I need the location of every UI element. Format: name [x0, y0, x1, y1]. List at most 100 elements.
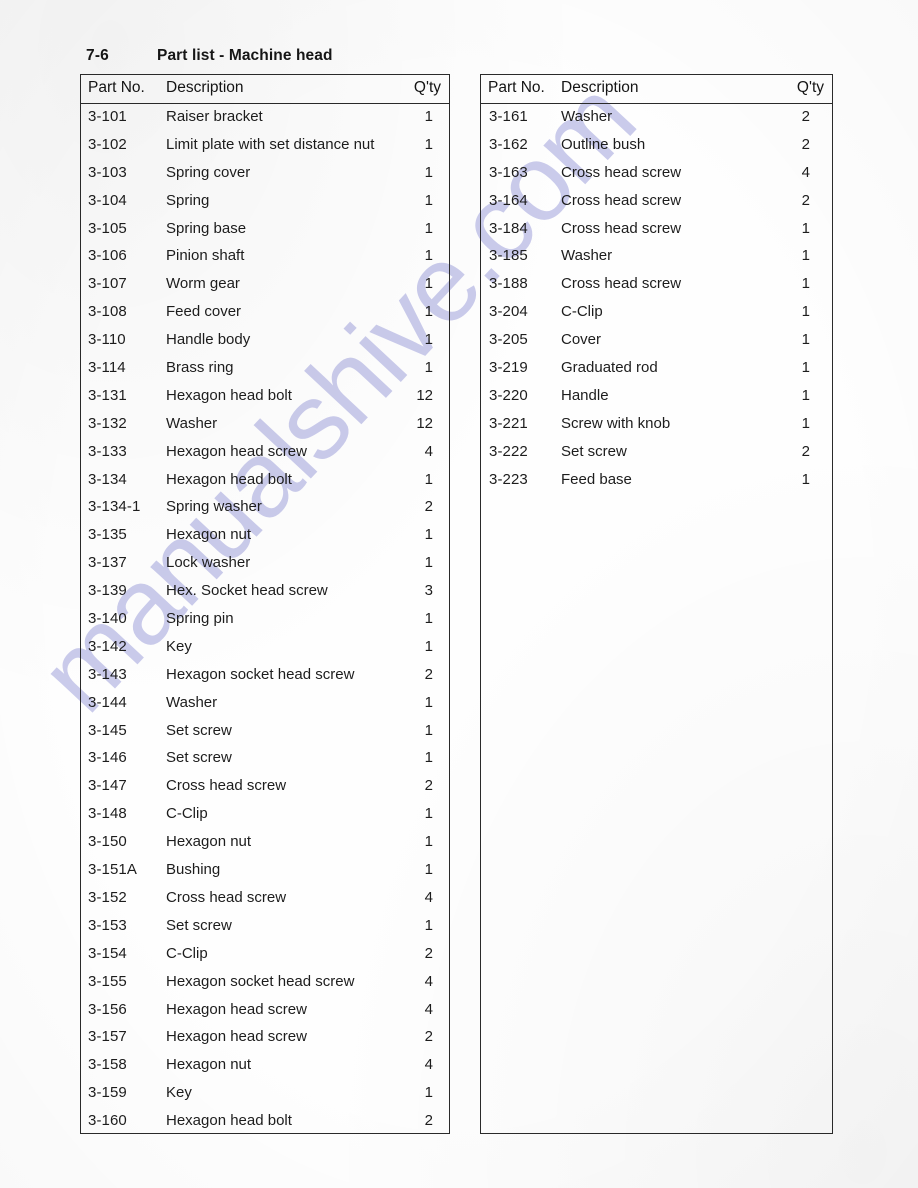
cell-part-no: 3-220: [489, 386, 528, 404]
table-row: 3-163 Cross head screw 4: [481, 160, 832, 188]
cell-part-no: 3-133: [88, 442, 127, 460]
cell-part-no: 3-163: [489, 163, 528, 181]
table-row: 3-152 Cross head screw 4: [81, 885, 449, 913]
table-row: 3-155 Hexagon socket head screw 4: [81, 969, 449, 997]
column-header-description: Description: [561, 79, 639, 96]
cell-description: Hexagon head bolt: [166, 1112, 292, 1130]
cell-part-no: 3-147: [88, 777, 127, 795]
table-row: 3-205 Cover 1: [481, 327, 832, 355]
cell-qty: 4: [424, 1056, 433, 1074]
cell-description: Handle body: [166, 331, 251, 349]
cell-qty: 1: [424, 163, 433, 181]
cell-description: Cross head screw: [166, 888, 287, 906]
table-body: 3-161 Washer 2 3-162 Outline bush 2 3-163 Cross…: [481, 104, 832, 494]
cell-part-no: 3-105: [88, 219, 127, 237]
table-row: 3-222 Set screw 2: [481, 439, 832, 467]
table-row: 3-104 Spring 1: [81, 188, 449, 216]
table-row: 3-102 Limit plate with set distance nut 1: [81, 132, 449, 160]
cell-part-no: 3-150: [88, 833, 127, 851]
table-row: 3-103 Spring cover 1: [81, 160, 449, 188]
cell-part-no: 3-102: [88, 135, 127, 153]
cell-qty: 1: [424, 470, 433, 488]
table-row: 3-164 Cross head screw 2: [481, 188, 832, 216]
cell-description: Set screw: [166, 721, 232, 739]
cell-part-no: 3-146: [88, 749, 127, 767]
table-row: 3-142 Key 1: [81, 634, 449, 662]
cell-description: Washer: [166, 414, 218, 432]
cell-qty: 1: [424, 610, 433, 628]
cell-qty: 2: [424, 777, 433, 795]
cell-description: Worm gear: [166, 275, 240, 293]
table-row: 3-156 Hexagon head screw 4: [81, 997, 449, 1025]
cell-qty: 1: [424, 191, 433, 209]
table-row: 3-160 Hexagon head bolt 2: [81, 1108, 449, 1136]
cell-qty: 1: [801, 359, 810, 377]
cell-description: Hexagon head bolt: [166, 386, 292, 404]
table-row: 3-146 Set screw 1: [81, 745, 449, 773]
cell-part-no: 3-106: [88, 247, 127, 265]
cell-qty: 1: [801, 331, 810, 349]
cell-qty: 1: [424, 247, 433, 265]
cell-qty: 2: [424, 1028, 433, 1046]
cell-description: Hex. Socket head screw: [166, 582, 328, 600]
cell-qty: 1: [424, 693, 433, 711]
cell-qty: 2: [424, 498, 433, 516]
table-body: 3-101 Raiser bracket 1 3-102 Limit plate wit…: [81, 104, 449, 1136]
page-title: Part list - Machine head: [157, 47, 333, 64]
cell-qty: 12: [416, 414, 433, 432]
cell-qty: 4: [801, 163, 810, 181]
table-row: 3-145 Set screw 1: [81, 718, 449, 746]
cell-description: C-Clip: [166, 805, 208, 823]
table-row: 3-221 Screw with knob 1: [481, 411, 832, 439]
cell-description: Bushing: [166, 861, 221, 879]
table-row: 3-148 C-Clip 1: [81, 801, 449, 829]
table-row: 3-219 Graduated rod 1: [481, 355, 832, 383]
parts-table-right: Part No. Description Q'ty 3-161 Washer 2 3-…: [480, 74, 833, 1134]
cell-description: Hexagon nut: [166, 833, 252, 851]
table-row: 3-105 Spring base 1: [81, 216, 449, 244]
cell-part-no: 3-144: [88, 693, 127, 711]
cell-description: Washer: [561, 108, 613, 125]
table-row: 3-139 Hex. Socket head screw 3: [81, 578, 449, 606]
table-row: 3-131 Hexagon head bolt 12: [81, 383, 449, 411]
cell-qty: 1: [801, 275, 810, 293]
table-row: 3-153 Set screw 1: [81, 913, 449, 941]
table-row: 3-158 Hexagon nut 4: [81, 1052, 449, 1080]
cell-part-no: 3-158: [88, 1056, 127, 1074]
cell-part-no: 3-139: [88, 582, 127, 600]
table-header-row: Part No. Description Q'ty: [481, 75, 832, 104]
cell-part-no: 3-155: [88, 972, 127, 990]
cell-qty: 1: [424, 805, 433, 823]
cell-description: Spring washer: [166, 498, 262, 516]
cell-part-no: 3-131: [88, 386, 127, 404]
cell-part-no: 3-103: [88, 163, 127, 181]
table-row: 3-101 Raiser bracket 1: [81, 104, 449, 132]
table-row: 3-220 Handle 1: [481, 383, 832, 411]
page-number: 7-6: [86, 47, 110, 64]
table-row: 3-137 Lock washer 1: [81, 550, 449, 578]
table-row: 3-134-1 Spring washer 2: [81, 494, 449, 522]
cell-part-no: 3-137: [88, 554, 127, 572]
column-header-qty: Q'ty: [413, 79, 441, 96]
cell-part-no: 3-134-1: [88, 498, 141, 516]
cell-part-no: 3-188: [489, 275, 528, 293]
cell-qty: 2: [801, 442, 810, 460]
cell-description: Cross head screw: [561, 191, 682, 209]
cell-part-no: 3-204: [489, 303, 528, 321]
cell-part-no: 3-221: [489, 414, 528, 432]
table-row: 3-114 Brass ring 1: [81, 355, 449, 383]
cell-qty: 1: [424, 108, 433, 125]
table-row: 3-161 Washer 2: [481, 104, 832, 132]
table-row: 3-108 Feed cover 1: [81, 299, 449, 327]
table-header-row: Part No. Description Q'ty: [81, 75, 449, 104]
table-row: 3-188 Cross head screw 1: [481, 271, 832, 299]
cell-description: C-Clip: [166, 944, 208, 962]
cell-description: Spring base: [166, 219, 247, 237]
cell-part-no: 3-104: [88, 191, 127, 209]
cell-qty: 1: [424, 554, 433, 572]
cell-qty: 1: [424, 1084, 433, 1102]
cell-part-no: 3-108: [88, 303, 127, 321]
cell-description: Lock washer: [166, 554, 251, 572]
table-row: 3-143 Hexagon socket head screw 2: [81, 662, 449, 690]
cell-description: Spring: [166, 191, 210, 209]
